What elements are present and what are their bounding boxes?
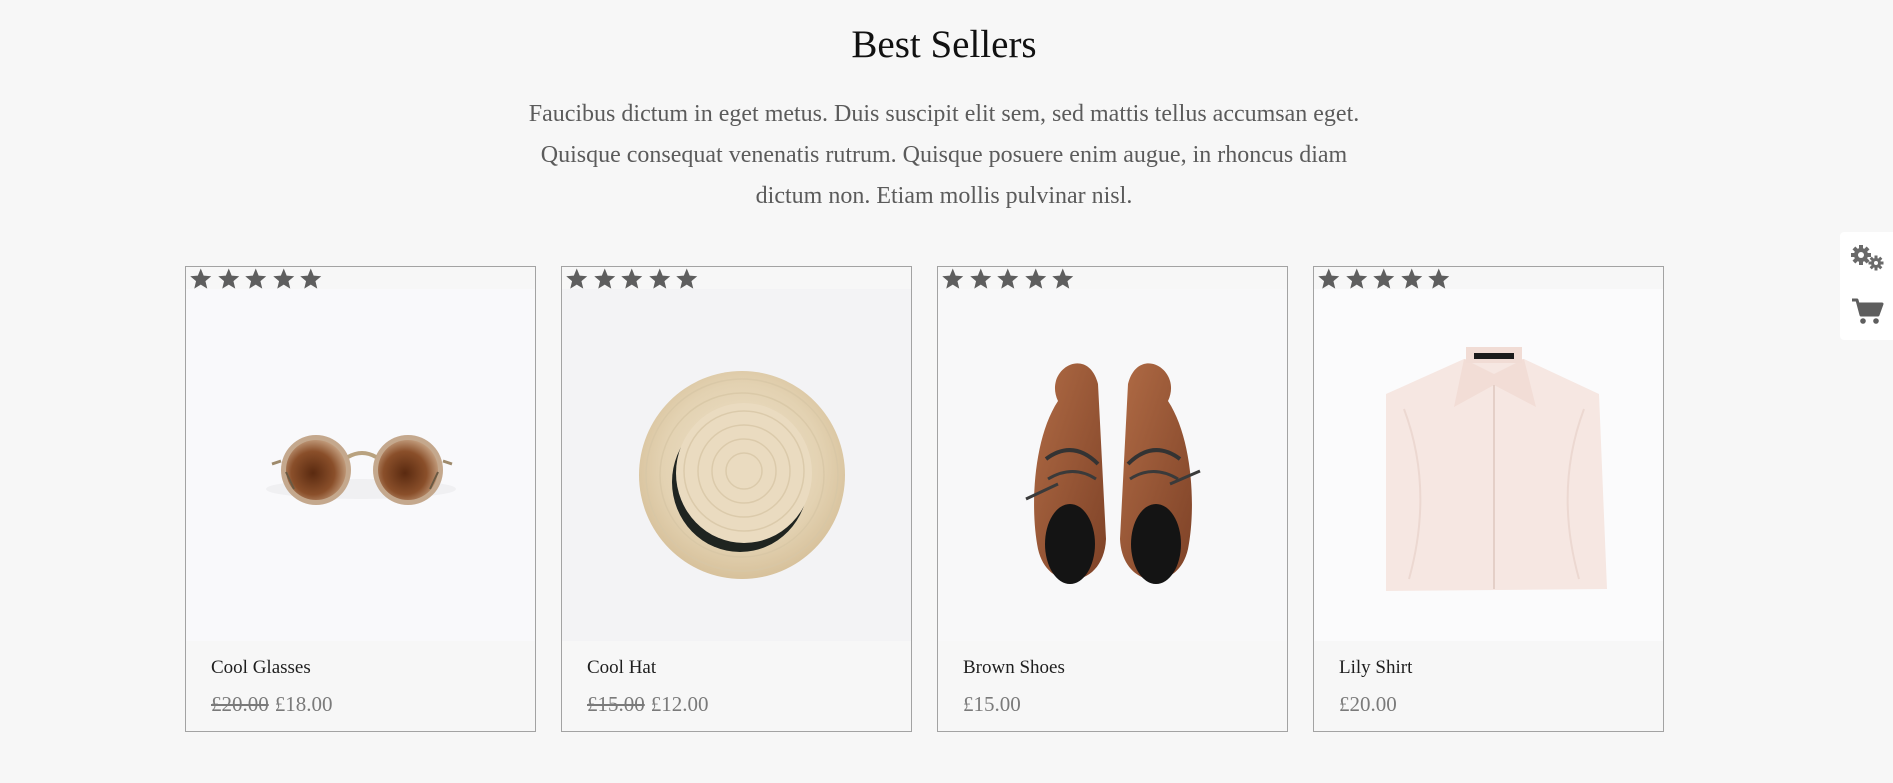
star-icon [1426, 267, 1452, 291]
product-name[interactable]: Cool Hat [587, 657, 656, 679]
star-icon [647, 267, 673, 291]
star-icon [564, 267, 590, 291]
star-icon [674, 267, 700, 291]
product-prices: £20.00 £18.00 [211, 692, 333, 717]
rating-stars [940, 267, 1076, 291]
rating-stars [1316, 267, 1452, 291]
star-icon [188, 267, 214, 291]
product-name[interactable]: Cool Glasses [211, 657, 311, 679]
star-icon [995, 267, 1021, 291]
section-intro: Faucibus dictum in eget metus. Duis susc… [494, 94, 1394, 217]
product-prices: £15.00 £12.00 [587, 692, 709, 717]
star-icon [271, 267, 297, 291]
rating-stars [188, 267, 324, 291]
star-icon [1399, 267, 1425, 291]
intro-line: Faucibus dictum in eget metus. Duis susc… [528, 101, 1360, 127]
product-prices: £20.00 [1339, 692, 1397, 717]
current-price: £12.00 [650, 692, 709, 716]
intro-line: dictum non. Etiam mollis pulvinar nisl. [755, 183, 1133, 209]
gears-icon[interactable] [1848, 240, 1886, 278]
star-icon [1344, 267, 1370, 291]
current-price: £20.00 [1339, 692, 1397, 716]
old-price: £20.00 [211, 692, 269, 716]
star-icon [1371, 267, 1397, 291]
side-tools-panel [1840, 232, 1893, 340]
product-prices: £15.00 [963, 692, 1021, 717]
star-icon [592, 267, 618, 291]
product-card[interactable]: Cool Glasses £20.00 £18.00 [185, 266, 536, 732]
current-price: £15.00 [963, 692, 1021, 716]
product-card[interactable]: Brown Shoes £15.00 [937, 266, 1288, 732]
product-grid: Cool Glasses £20.00 £18.00 Cool Hat £15.… [185, 266, 1665, 732]
current-price: £18.00 [274, 692, 333, 716]
star-icon [1023, 267, 1049, 291]
product-card[interactable]: Cool Hat £15.00 £12.00 [561, 266, 912, 732]
product-image-folded-shirt[interactable] [1314, 289, 1663, 641]
section-title: Best Sellers [851, 23, 1037, 66]
product-image-brown-shoes[interactable] [938, 289, 1287, 641]
cart-icon[interactable] [1848, 291, 1886, 329]
star-icon [968, 267, 994, 291]
star-icon [1050, 267, 1076, 291]
intro-line: Quisque consequat venenatis rutrum. Quis… [540, 142, 1348, 168]
product-image-straw-hat[interactable] [562, 289, 911, 641]
star-icon [940, 267, 966, 291]
product-image-sunglasses[interactable] [186, 289, 535, 641]
product-name[interactable]: Brown Shoes [963, 657, 1065, 679]
product-card[interactable]: Lily Shirt £20.00 [1313, 266, 1664, 732]
rating-stars [564, 267, 700, 291]
product-name[interactable]: Lily Shirt [1339, 657, 1412, 679]
star-icon [216, 267, 242, 291]
old-price: £15.00 [587, 692, 645, 716]
star-icon [1316, 267, 1342, 291]
star-icon [619, 267, 645, 291]
star-icon [298, 267, 324, 291]
star-icon [243, 267, 269, 291]
best-sellers-page: Best Sellers Faucibus dictum in eget met… [0, 0, 1893, 783]
